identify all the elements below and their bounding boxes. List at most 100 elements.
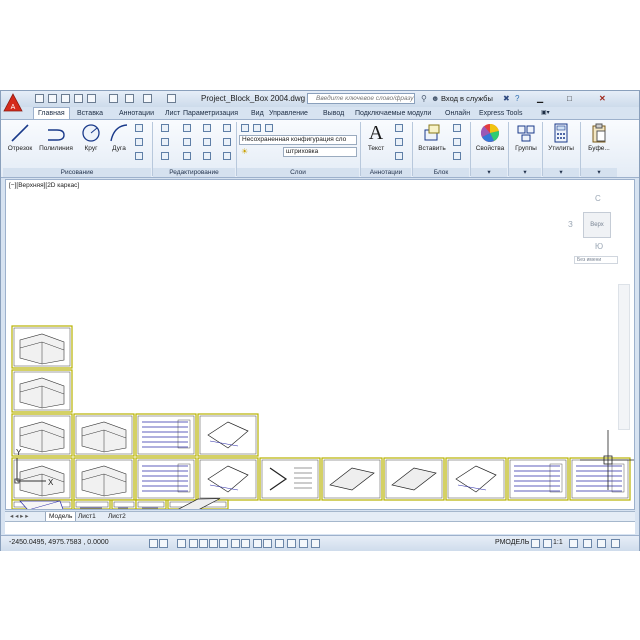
- dimension-icon[interactable]: [395, 124, 403, 132]
- layer-dropdown[interactable]: штриховка: [283, 147, 357, 157]
- tab-parametric[interactable]: Параметризация: [183, 108, 238, 119]
- annotation-monitor-icon[interactable]: [311, 539, 320, 548]
- layer-off-icon[interactable]: [265, 124, 273, 132]
- new-icon[interactable]: [35, 94, 44, 103]
- lock-icon[interactable]: [583, 539, 592, 548]
- tab-express-tools[interactable]: Express Tools: [479, 108, 522, 119]
- erase-icon[interactable]: [223, 124, 231, 132]
- drawing-sheet[interactable]: [197, 413, 259, 457]
- groups-panel-footer[interactable]: ▾: [509, 168, 541, 177]
- viewcube-west[interactable]: З: [568, 220, 573, 229]
- utilities-button[interactable]: Утилиты: [545, 122, 577, 152]
- command-line[interactable]: [5, 521, 635, 534]
- text-button[interactable]: A Текст: [363, 122, 389, 152]
- annotation-panel-title[interactable]: Аннотации: [361, 168, 411, 177]
- layer-state-dropdown[interactable]: Несохраненная конфигурация сло: [239, 135, 357, 145]
- tab-home[interactable]: Главная: [33, 107, 70, 119]
- tab-insert[interactable]: Вставка: [77, 108, 103, 119]
- properties-panel-footer[interactable]: ▾: [471, 168, 507, 177]
- leader-icon[interactable]: [395, 138, 403, 146]
- drawing-sheet[interactable]: [259, 457, 321, 501]
- infer-constraints-icon[interactable]: [149, 539, 158, 548]
- tab-sheet1[interactable]: Лист1: [75, 512, 99, 521]
- offset-icon[interactable]: [223, 152, 231, 160]
- lineweight-icon[interactable]: [263, 539, 272, 548]
- modify-panel-title[interactable]: Редактирование: [153, 168, 235, 177]
- tab-annotate[interactable]: Аннотации: [119, 108, 154, 119]
- minimize-icon[interactable]: ▁: [537, 94, 543, 103]
- tab-sheet2[interactable]: Лист2: [105, 512, 129, 521]
- navigation-bar[interactable]: [618, 284, 630, 430]
- edit-block-icon[interactable]: [453, 138, 461, 146]
- wcs-menu[interactable]: Без имени: [574, 256, 618, 264]
- customize-qat-icon[interactable]: [167, 94, 176, 103]
- drawing-area[interactable]: [−][Верхняя][2D каркас] С З Верх Ю Без и…: [5, 179, 635, 510]
- clean-screen-icon[interactable]: [611, 539, 620, 548]
- help-icon[interactable]: ?: [515, 94, 519, 103]
- snap-icon[interactable]: [159, 539, 168, 548]
- ortho-icon[interactable]: [189, 539, 198, 548]
- tab-layout[interactable]: Лист: [165, 108, 180, 119]
- tab-view[interactable]: Вид: [251, 108, 264, 119]
- save-icon[interactable]: [61, 94, 70, 103]
- drawing-sheet[interactable]: [135, 457, 197, 501]
- user-icon[interactable]: ☻: [431, 94, 439, 103]
- insert-button[interactable]: Вставить: [415, 122, 449, 152]
- layout-nav-icon[interactable]: ◂ ◂ ▸ ▸: [7, 512, 31, 521]
- create-block-icon[interactable]: [453, 124, 461, 132]
- drawing-sheet[interactable]: [197, 457, 259, 501]
- utilities-panel-footer[interactable]: ▾: [543, 168, 579, 177]
- stretch-icon[interactable]: [161, 152, 169, 160]
- quick-properties-icon[interactable]: [287, 539, 296, 548]
- viewcube-north[interactable]: С: [595, 194, 601, 203]
- application-menu-button[interactable]: A: [3, 93, 23, 113]
- lightbulb-icon[interactable]: ☀: [241, 147, 248, 156]
- tab-plugins[interactable]: Подключаемые модули: [355, 108, 431, 119]
- block-attributes-icon[interactable]: [453, 152, 461, 160]
- binoculars-icon[interactable]: ⚲: [421, 94, 427, 103]
- explode-icon[interactable]: [223, 138, 231, 146]
- ribbon-minimize-icon[interactable]: ▣▾: [541, 108, 550, 119]
- fillet-icon[interactable]: [203, 138, 211, 146]
- mirror-icon[interactable]: [183, 138, 191, 146]
- hatch-icon[interactable]: [135, 138, 143, 146]
- annotation-scale[interactable]: 1:1: [553, 539, 563, 546]
- 3d-osnap-icon[interactable]: [219, 539, 228, 548]
- isolate-objects-icon[interactable]: [597, 539, 606, 548]
- transparency-icon[interactable]: [275, 539, 284, 548]
- arc-button[interactable]: Дуга: [107, 122, 131, 152]
- clipboard-panel-footer[interactable]: ▾: [581, 168, 617, 177]
- draw-panel-title[interactable]: Рисование: [3, 168, 151, 177]
- layers-panel-title[interactable]: Слои: [237, 168, 359, 177]
- gradient-icon[interactable]: [135, 152, 143, 160]
- groups-button[interactable]: Группы: [511, 122, 541, 152]
- tab-online[interactable]: Онлайн: [445, 108, 470, 119]
- grid-icon[interactable]: [177, 539, 186, 548]
- save-as-icon[interactable]: [74, 94, 83, 103]
- quick-view-layouts-icon[interactable]: [531, 539, 540, 548]
- dyn-icon[interactable]: [253, 539, 262, 548]
- polyline-button[interactable]: Полилиния: [37, 122, 75, 152]
- undo-icon[interactable]: [125, 94, 134, 103]
- selection-cycling-icon[interactable]: [299, 539, 308, 548]
- polar-icon[interactable]: [199, 539, 208, 548]
- tab-manage[interactable]: Управление: [269, 108, 308, 119]
- scale-icon[interactable]: [183, 152, 191, 160]
- plot-icon[interactable]: [109, 94, 118, 103]
- ducs-icon[interactable]: [241, 539, 250, 548]
- quick-view-drawings-icon[interactable]: [543, 539, 552, 548]
- rectangle-icon[interactable]: [135, 124, 143, 132]
- workspace-icon[interactable]: [569, 539, 578, 548]
- layer-state-icon[interactable]: [253, 124, 261, 132]
- circle-button[interactable]: Круг: [79, 122, 103, 152]
- print-icon[interactable]: [87, 94, 96, 103]
- layer-properties-icon[interactable]: [241, 124, 249, 132]
- viewcube-face-top[interactable]: Верх: [583, 212, 611, 238]
- viewcube[interactable]: С З Верх Ю Без имени: [566, 194, 630, 268]
- line-button[interactable]: Отрезок: [5, 122, 35, 152]
- open-icon[interactable]: [48, 94, 57, 103]
- array-icon[interactable]: [203, 152, 211, 160]
- block-panel-title[interactable]: Блок: [413, 168, 469, 177]
- drawing-sheet[interactable]: [445, 457, 507, 501]
- otrack-icon[interactable]: [231, 539, 240, 548]
